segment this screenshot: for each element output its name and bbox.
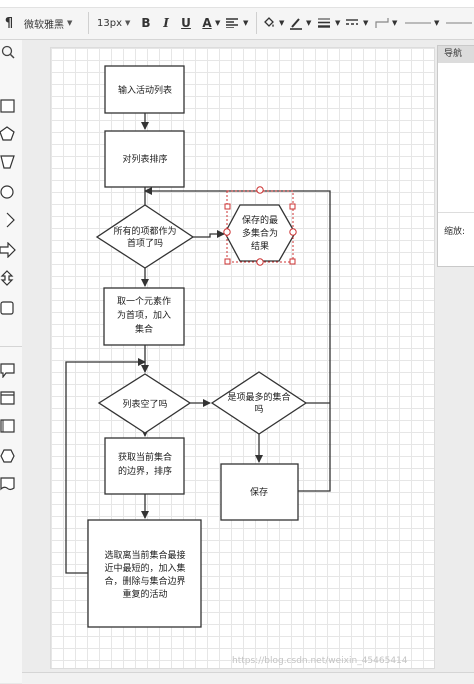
edge-yes-to-output[interactable] (193, 230, 225, 238)
navigator-panel: 导航 缩放: (437, 45, 474, 267)
label-check-all-line2: 首项了吗 (127, 237, 163, 249)
label-save: 保存 (250, 486, 268, 498)
label-select-line3: 合，删除与集合边界 (104, 575, 185, 587)
label-output-line1: 保存的最 (242, 214, 278, 226)
label-check-all-line1: 所有的项都作为 (113, 225, 176, 237)
label-select-line2: 近中最短的，加入集 (104, 562, 185, 574)
zoom-label: 缩放: (444, 227, 466, 237)
label-is-max-line2: 吗 (254, 404, 263, 415)
label-take-one-line3: 集合 (135, 323, 153, 335)
watermark-text: https://blog.csdn.net/weixin_45465414 (232, 656, 408, 666)
label-boundary-line2: 的边界，排序 (118, 465, 172, 477)
label-input-list: 输入活动列表 (118, 84, 172, 96)
label-list-empty: 列表空了吗 (122, 398, 167, 410)
label-select-line1: 选取离当前集合最接 (104, 549, 185, 561)
label-take-one-line2: 为首项，加入 (117, 309, 171, 321)
flowchart-diagram: 输入活动列表 对列表排序 所有的项都作为 首项了吗 保存的最 多集合为 结果 取… (65, 65, 331, 628)
navigator-divider (438, 212, 474, 213)
label-take-one-line1: 取一个元素作 (117, 295, 171, 307)
label-output-line3: 结果 (251, 240, 269, 252)
label-boundary-line1: 获取当前集合 (118, 451, 172, 463)
label-sort-list: 对列表排序 (122, 153, 167, 165)
bottom-status-bar (22, 672, 474, 684)
label-is-max-line1: 是项最多的集合 (227, 391, 290, 403)
label-output-line2: 多集合为 (242, 227, 278, 239)
node-is-max-set[interactable] (210, 371, 308, 435)
label-select-line4: 重复的活动 (122, 588, 167, 600)
node-get-boundary[interactable] (104, 437, 185, 495)
navigator-title: 导航 (438, 46, 474, 63)
